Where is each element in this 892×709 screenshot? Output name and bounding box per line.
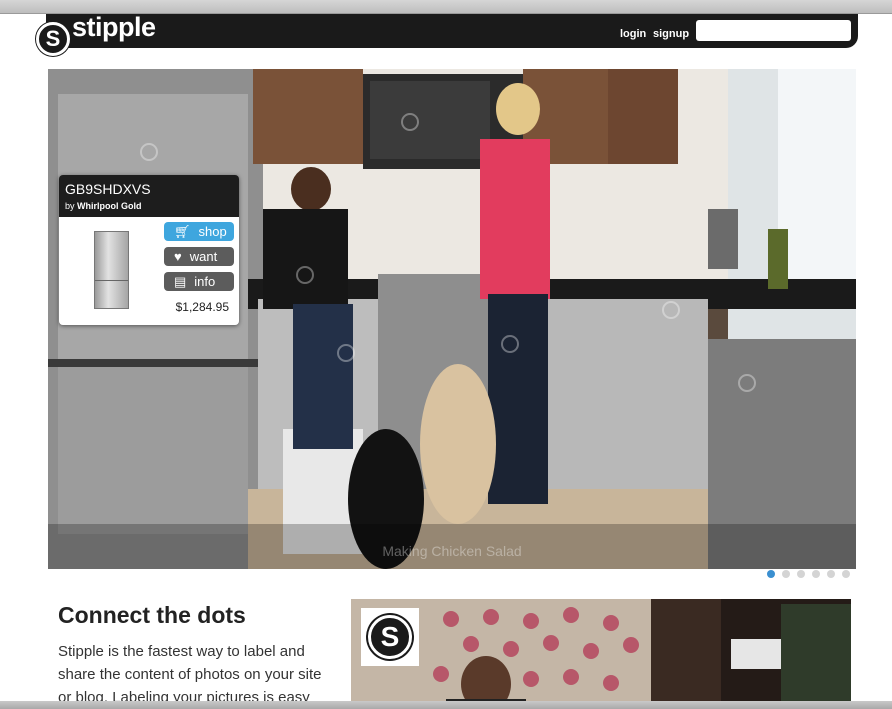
shop-button[interactable]: 🛒︎ shop: [164, 222, 234, 241]
product-tooltip-card[interactable]: GB9SHDXVS by Whirlpool Gold 🛒︎ shop ♥ wa…: [59, 175, 239, 325]
photo-tag-dot[interactable]: [738, 374, 756, 392]
product-brand-line: by Whirlpool Gold: [65, 201, 233, 211]
demo-photo[interactable]: [351, 599, 851, 709]
brand-prefix: by: [65, 201, 75, 211]
photo-tag-dot[interactable]: [501, 335, 519, 353]
want-button[interactable]: ♥ want: [164, 247, 234, 266]
photo-tag-dot[interactable]: [140, 143, 158, 161]
pager-dot[interactable]: [827, 570, 835, 578]
photo-tag-dot[interactable]: [662, 301, 680, 319]
section-body-text: Stipple is the fastest way to label and …: [58, 643, 322, 706]
product-code: GB9SHDXVS: [65, 181, 151, 197]
photo-tag-dot[interactable]: [337, 344, 355, 362]
cart-icon: 🛒︎: [174, 223, 191, 239]
info-button[interactable]: ▤ info: [164, 272, 234, 291]
heart-icon: ♥: [174, 249, 182, 264]
pager-dot[interactable]: [797, 570, 805, 578]
photo-tag-dot[interactable]: [401, 113, 419, 131]
browser-bottom-bar: [0, 701, 892, 709]
site-logo-text[interactable]: stipple: [72, 12, 156, 43]
signup-link[interactable]: signup: [653, 28, 689, 40]
product-card-header: GB9SHDXVS by Whirlpool Gold: [59, 175, 239, 217]
stipple-logo-icon[interactable]: S: [36, 22, 70, 56]
stipple-badge-glyph: S: [368, 615, 412, 659]
pager-dot[interactable]: [782, 570, 790, 578]
shop-button-label: shop: [198, 224, 227, 239]
section-heading: Connect the dots: [58, 602, 246, 628]
brand-name[interactable]: Whirlpool Gold: [77, 201, 142, 211]
want-button-label: want: [189, 249, 218, 264]
boy-photo-image: [351, 599, 851, 709]
product-card-body: 🛒︎ shop ♥ want ▤ info $1,284.95: [59, 217, 239, 325]
refrigerator-thumbnail[interactable]: [94, 231, 129, 309]
photo-tag-dot[interactable]: [296, 266, 314, 284]
info-button-label: info: [194, 274, 216, 289]
pager-dot[interactable]: [767, 570, 775, 578]
photo-caption: Making Chicken Salad: [382, 543, 522, 559]
info-card-icon: ▤: [174, 273, 187, 289]
login-link[interactable]: login: [620, 28, 646, 40]
product-price: $1,284.95: [175, 300, 229, 314]
stipple-badge-icon: S: [361, 608, 419, 666]
slideshow-pager: [767, 570, 850, 578]
search-input[interactable]: [696, 20, 851, 41]
pager-dot[interactable]: [812, 570, 820, 578]
pager-dot[interactable]: [842, 570, 850, 578]
